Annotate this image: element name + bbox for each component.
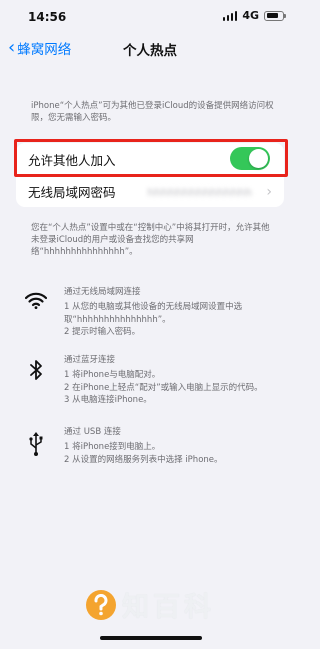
usb-method-text: 通过 USB 连接 1 将iPhone接到电脑上。 2 从设置的网络服务列表中选… bbox=[64, 426, 282, 466]
method-step: 1 从您的电脑或其他设备的无线局域网设置中选取“hhhhhhhhhhhhhhh”… bbox=[64, 302, 243, 325]
highlight-box bbox=[14, 139, 288, 177]
method-step: 2 提示时输入密码。 bbox=[64, 327, 141, 338]
method-title: 通过 USB 连接 bbox=[64, 427, 121, 437]
hotspot-description: iPhone“个人热点”可为其他已登录iCloud的设备提供网络访问权限，您无需… bbox=[31, 101, 274, 123]
chevron-right-icon: › bbox=[266, 184, 272, 200]
method-title: 通过蓝牙连接 bbox=[64, 355, 116, 365]
method-step: 1 将iPhone与电脑配对。 bbox=[64, 370, 161, 381]
home-indicator bbox=[100, 636, 202, 640]
wifi-password-value: hhhhhhhhhhhhhhh bbox=[147, 186, 252, 199]
wifi-method-text: 通过无线局域网连接 1 从您的电脑或其他设备的无线局域网设置中选取“hhhhhh… bbox=[64, 286, 282, 339]
watermark-text: 知百科 bbox=[122, 592, 215, 623]
signal-icon bbox=[222, 10, 238, 21]
status-bar: 14:56 4G bbox=[0, 0, 300, 32]
method-title: 通过无线局域网连接 bbox=[64, 287, 141, 297]
discoverability-description: 您在“个人热点”设置中或在“控制中心”中将其打开时，允许其他未登录iCloud的… bbox=[31, 223, 270, 257]
bluetooth-method-text: 通过蓝牙连接 1 将iPhone与电脑配对。 2 在iPhone上轻点“配对”或… bbox=[64, 354, 282, 407]
wifi-password-row[interactable]: 无线局域网密码 hhhhhhhhhhhhhhh › bbox=[16, 175, 284, 207]
method-step: 2 在iPhone上轻点“配对”或输入电脑上显示的代码。 bbox=[64, 382, 263, 393]
usb-icon bbox=[22, 430, 50, 458]
question-mark-icon bbox=[86, 589, 116, 620]
method-step: 1 将iPhone接到电脑上。 bbox=[64, 442, 161, 453]
navigation-bar: ‹ 蜂窝网络 个人热点 bbox=[0, 32, 300, 62]
network-type: 4G bbox=[242, 9, 259, 22]
wifi-password-label: 无线局域网密码 bbox=[28, 185, 116, 200]
method-step: 3 从电脑连接iPhone。 bbox=[64, 395, 152, 406]
method-step: 2 从设置的网络服务列表中选择 iPhone。 bbox=[64, 454, 223, 465]
wifi-icon bbox=[22, 286, 50, 314]
bluetooth-icon bbox=[22, 356, 50, 384]
watermark: 知百科 bbox=[86, 585, 215, 624]
page-title: 个人热点 bbox=[123, 43, 177, 59]
status-time: 14:56 bbox=[28, 10, 67, 24]
battery-icon bbox=[264, 10, 286, 21]
status-icons: 4G bbox=[222, 9, 286, 22]
